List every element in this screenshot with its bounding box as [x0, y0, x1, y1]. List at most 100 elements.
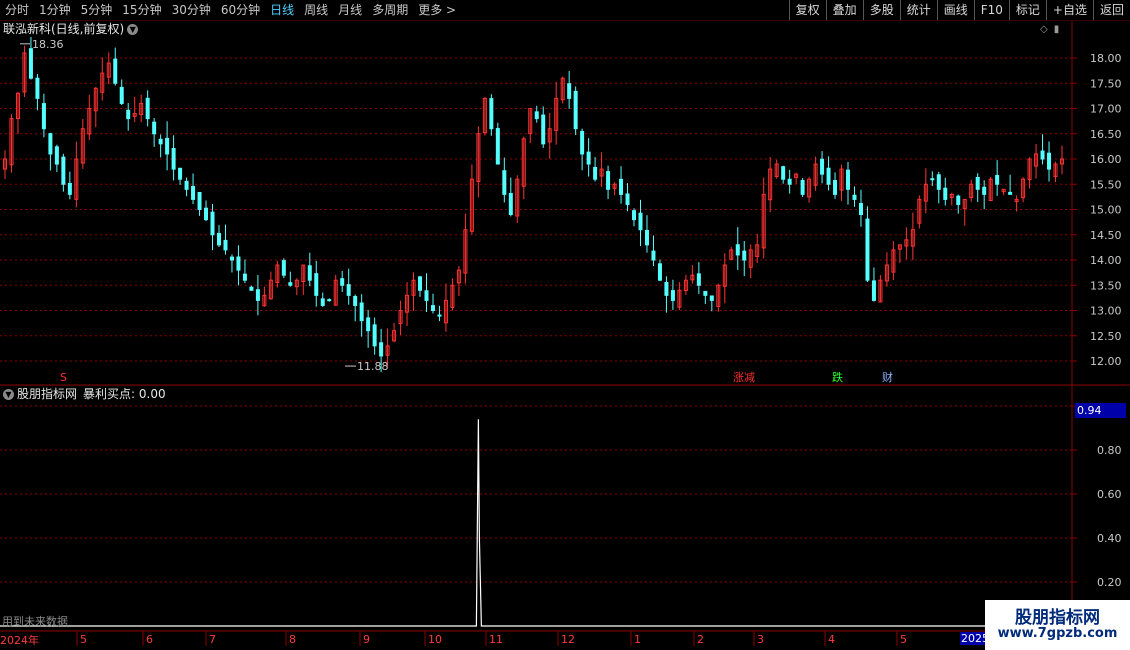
period-tab-7[interactable]: 周线	[299, 0, 333, 20]
candle-body	[858, 203, 863, 216]
candle-body	[930, 178, 935, 181]
candle-body	[340, 278, 345, 286]
candle-body	[696, 273, 701, 286]
current-indicator-value: 0.94	[1075, 403, 1126, 418]
event-marker: 财	[882, 370, 893, 384]
candle-body	[787, 178, 792, 185]
date-axis-month: 7	[209, 633, 216, 646]
price-axis-label: 15.00	[1090, 204, 1122, 217]
candle-body	[502, 170, 507, 195]
candle-body	[113, 58, 118, 84]
toolbar-button-2[interactable]: 多股	[862, 0, 900, 20]
period-tab-8[interactable]: 月线	[333, 0, 367, 20]
period-tab-4[interactable]: 30分钟	[167, 0, 216, 20]
candle-body	[359, 302, 364, 322]
period-tab-9[interactable]: 多周期	[367, 0, 413, 20]
candle-body	[936, 174, 941, 190]
candle-body	[366, 317, 371, 332]
candle-body	[826, 167, 831, 185]
candle-body	[606, 171, 611, 190]
candle-body	[664, 281, 669, 296]
period-tab-0[interactable]: 分时	[0, 0, 34, 20]
toolbar-button-0[interactable]: 复权	[788, 0, 826, 20]
price-axis-label: 18.00	[1090, 52, 1122, 65]
price-axis-label: 13.00	[1090, 305, 1122, 318]
candle-body	[593, 166, 598, 180]
panel-controls: ◇ ▮	[1040, 24, 1059, 35]
candle-body	[197, 191, 202, 210]
toolbar-button-3[interactable]: 统计	[899, 0, 937, 20]
date-axis-month: 4	[828, 633, 835, 646]
period-tab-10[interactable]: 更多 >	[413, 0, 461, 20]
date-axis-month: 6	[146, 633, 153, 646]
candle-body	[372, 324, 377, 347]
toolbar: 分时 1分钟 5分钟 15分钟 30分钟 60分钟 日线 周线 月线 多周期 更多 > 复权 叠加 多股…	[0, 0, 1130, 21]
period-tab-1[interactable]: 1分钟	[34, 0, 76, 20]
candle-body	[638, 212, 643, 231]
high-label: 18.36	[32, 38, 64, 51]
candle-body	[852, 194, 857, 200]
candle-body	[229, 256, 234, 261]
price-axis-label: 16.00	[1090, 153, 1122, 166]
date-axis-year-start: 2024年	[0, 634, 39, 647]
event-marker: 跌	[832, 370, 843, 384]
candle-body	[67, 182, 72, 195]
candle-body	[742, 250, 747, 261]
toolbar-button-4[interactable]: 画线	[936, 0, 974, 20]
toolbar-button-6[interactable]: 标记	[1008, 0, 1046, 20]
date-axis-month: 12	[561, 633, 575, 646]
candle-body	[145, 97, 150, 120]
candle-body	[820, 158, 825, 175]
toolbar-button-1[interactable]: 叠加	[825, 0, 863, 20]
date-axis-month: 9	[363, 633, 370, 646]
indicator-axis-label: 0.80	[1097, 444, 1122, 457]
low-label: 11.88	[357, 360, 389, 373]
chevron-down-icon[interactable]: ▼	[127, 24, 139, 35]
indicator-axis-label: 0.60	[1097, 488, 1122, 501]
candle-body	[223, 239, 228, 251]
toolbar-button-7[interactable]: +自选	[1045, 0, 1093, 20]
candle-body	[956, 195, 961, 205]
candle-body	[1040, 150, 1045, 160]
indicator-value: 暴利买点: 0.00	[83, 387, 166, 401]
candle-body	[651, 250, 656, 261]
candle-body	[152, 121, 157, 135]
candle-body	[28, 48, 33, 79]
candle-body	[508, 193, 513, 216]
indicator-axis-label: 0.40	[1097, 532, 1122, 545]
candle-body	[995, 174, 1000, 185]
price-axis-label: 14.50	[1090, 229, 1122, 242]
candle-body	[846, 169, 851, 190]
candle-body	[35, 77, 40, 99]
period-tab-5[interactable]: 60分钟	[216, 0, 265, 20]
candle-body	[119, 86, 124, 104]
candle-body	[865, 218, 870, 281]
chart-canvas[interactable]: 18.00 17.50 17.00 16.50 16.00 15.50 15.00 14.50…	[0, 0, 1130, 650]
candle-body	[625, 193, 630, 205]
period-tab-3[interactable]: 15分钟	[117, 0, 166, 20]
candle-body	[437, 314, 442, 317]
candle-body	[495, 128, 500, 165]
watermark-title: 股朋指标网	[1015, 608, 1100, 628]
candle-body	[61, 156, 66, 185]
diamond-icon[interactable]: ◇	[1040, 24, 1048, 35]
chevron-down-icon[interactable]: ▼	[3, 389, 14, 400]
period-tab-2[interactable]: 5分钟	[76, 0, 118, 20]
period-tab-6[interactable]: 日线	[265, 0, 299, 20]
price-axis-label: 12.50	[1090, 330, 1122, 343]
date-axis-month: 8	[289, 633, 296, 646]
candle-body	[800, 179, 805, 195]
date-axis-month: 1	[634, 633, 641, 646]
price-axis-label: 14.00	[1090, 254, 1122, 267]
candle-body	[191, 185, 196, 200]
indicator-axis-label: 0.20	[1097, 576, 1122, 589]
candle-body	[204, 207, 209, 221]
candle-body	[982, 186, 987, 195]
price-axis-label: 16.50	[1090, 128, 1122, 141]
toolbar-button-8[interactable]: 返回	[1092, 0, 1130, 20]
candle-body	[424, 290, 429, 301]
candle-body	[54, 146, 59, 165]
toolbar-button-5[interactable]: F10	[973, 0, 1009, 20]
candle-body	[327, 299, 332, 302]
panel-toggle-icon[interactable]: ▮	[1054, 24, 1060, 35]
